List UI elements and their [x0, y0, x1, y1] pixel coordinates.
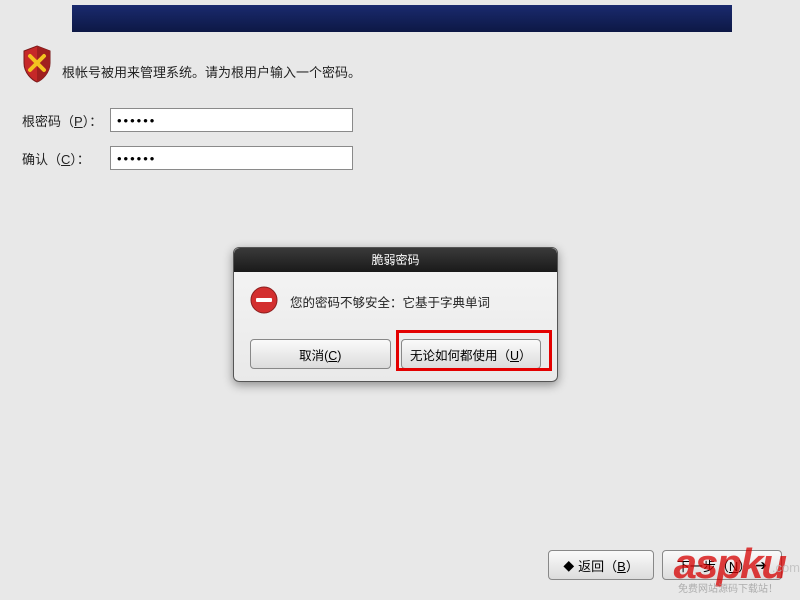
confirm-password-label: 确认（C）：	[22, 149, 110, 168]
root-password-label: 根密码（P）：	[22, 111, 110, 130]
nav-buttons: ◆ 返回（B） 下一步（N） ➔	[548, 550, 782, 580]
cancel-button[interactable]: 取消(C)	[250, 339, 391, 369]
header-band	[72, 5, 732, 32]
arrow-left-icon: ◆	[563, 557, 574, 574]
page-instruction: 根帐号被用来管理系统。请为根用户输入一个密码。	[62, 62, 361, 81]
use-anyway-button[interactable]: 无论如何都使用（U）	[401, 339, 542, 369]
dialog-title: 脆弱密码	[234, 248, 557, 272]
weak-password-dialog: 脆弱密码 您的密码不够安全：它基于字典单词 取消(C) 无论如何都使用（U）	[233, 247, 558, 382]
back-button[interactable]: ◆ 返回（B）	[548, 550, 653, 580]
arrow-right-icon: ➔	[755, 557, 767, 574]
dialog-message: 您的密码不够安全：它基于字典单词	[290, 292, 490, 311]
root-password-input[interactable]	[110, 108, 353, 132]
error-icon	[250, 286, 278, 317]
confirm-password-input[interactable]	[110, 146, 353, 170]
watermark-sub: 免费网站源码下载站！	[678, 580, 778, 595]
password-form: 根密码（P）： 确认（C）：	[22, 108, 353, 184]
next-button[interactable]: 下一步（N） ➔	[662, 550, 782, 580]
shield-icon	[22, 45, 52, 86]
